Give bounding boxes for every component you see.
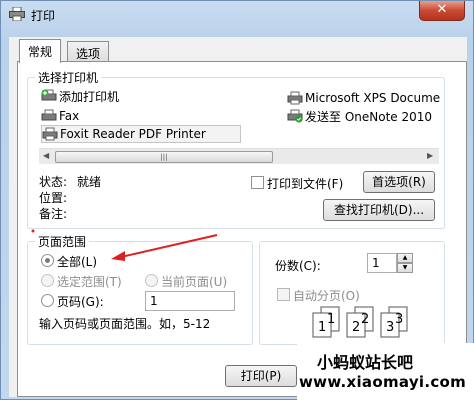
printer-fax[interactable]: Fax	[41, 107, 79, 125]
preferences-button[interactable]: 首选项(R)	[363, 171, 435, 193]
printer-name: Microsoft XPS Docume	[305, 91, 441, 105]
collate-label: 自动分页(O)	[293, 289, 360, 303]
spin-up-icon[interactable]: ▲	[397, 253, 413, 263]
pages-input[interactable]: 1	[145, 291, 235, 311]
find-printer-button[interactable]: 查找打印机(D)...	[323, 199, 435, 221]
scroll-right-icon[interactable]: ▶	[427, 151, 433, 160]
page-range-current-label: 当前页面(U)	[161, 275, 228, 289]
scroll-left-icon[interactable]: ◀	[43, 151, 49, 160]
add-printer-icon	[41, 89, 57, 101]
collate-pages-icon: 1 1 2 2 3 3	[312, 306, 408, 338]
printer-icon	[42, 127, 58, 141]
scrollbar-thumb[interactable]: |||	[55, 151, 273, 163]
printer-group-label: 选择打印机	[35, 69, 102, 86]
printer-xps[interactable]: Microsoft XPS Docume	[287, 89, 440, 107]
tab-general[interactable]: 常规	[19, 39, 62, 63]
printer-onenote[interactable]: 发送至 OneNote 2010	[287, 107, 432, 125]
window-title: 打印	[31, 9, 56, 23]
watermark-line1: 小蚂蚁站长吧	[317, 353, 414, 372]
page-range-selection-radio[interactable]	[41, 274, 54, 287]
print-to-file-label: 打印到文件(F)	[267, 177, 344, 191]
page-range-hint: 输入页码或页面范围。如，5-12	[39, 317, 211, 331]
horizontal-scrollbar[interactable]: ◀ ||| ▶	[39, 148, 439, 164]
status-label: 状态:	[39, 175, 68, 189]
printer-icon	[9, 7, 25, 21]
collate-page-number: 2	[361, 312, 369, 327]
status-value: 就绪	[77, 175, 102, 189]
default-printer-icon	[287, 109, 303, 123]
comment-label: 备注:	[39, 207, 68, 221]
page-range-current-radio[interactable]	[145, 274, 158, 287]
spin-down-icon[interactable]: ▼	[397, 263, 413, 273]
collate-page-number: 3	[395, 312, 403, 327]
collate-page-number: 2	[352, 320, 360, 335]
print-button[interactable]: 打印(P)	[225, 365, 297, 387]
printer-foxit[interactable]: Foxit Reader PDF Printer	[41, 125, 241, 143]
page-range-pages-radio[interactable]	[41, 294, 54, 307]
fax-icon	[41, 109, 57, 121]
copies-stepper[interactable]: ▲ ▼	[397, 253, 413, 273]
location-label: 位置:	[39, 191, 68, 205]
print-to-file-checkbox[interactable]	[251, 176, 264, 189]
close-button[interactable]: ✕	[419, 1, 465, 21]
printer-name: Foxit Reader PDF Printer	[60, 127, 206, 141]
tab-options[interactable]: 选项	[67, 41, 110, 63]
printer-name: Fax	[59, 109, 80, 123]
collate-checkbox[interactable]	[277, 288, 290, 301]
annotation-arrow	[31, 229, 218, 261]
printer-icon	[287, 91, 303, 105]
page-range-pages-label: 页码(G):	[57, 295, 104, 309]
copies-label: 份数(C):	[275, 259, 321, 273]
print-dialog: 打印 ✕ 常规 选项 选择打印机 添加打印机 Microsoft XPS Doc…	[0, 0, 474, 400]
page-range-selection-label: 选定范围(T)	[57, 275, 122, 289]
title-bar[interactable]: 打印 ✕	[1, 1, 473, 29]
printer-name: 添加打印机	[59, 89, 120, 104]
watermark-line2: www.xiaomayi.com	[299, 373, 467, 391]
copies-input[interactable]: 1	[367, 253, 397, 273]
printer-name: 发送至 OneNote 2010	[305, 109, 433, 124]
watermark: 小蚂蚁站长吧 www.xiaomayi.com	[297, 343, 474, 400]
collate-page-number: 1	[327, 312, 335, 327]
collate-page-number: 3	[386, 320, 394, 335]
collate-page-number: 1	[318, 320, 326, 335]
printer-add[interactable]: 添加打印机	[41, 87, 119, 105]
